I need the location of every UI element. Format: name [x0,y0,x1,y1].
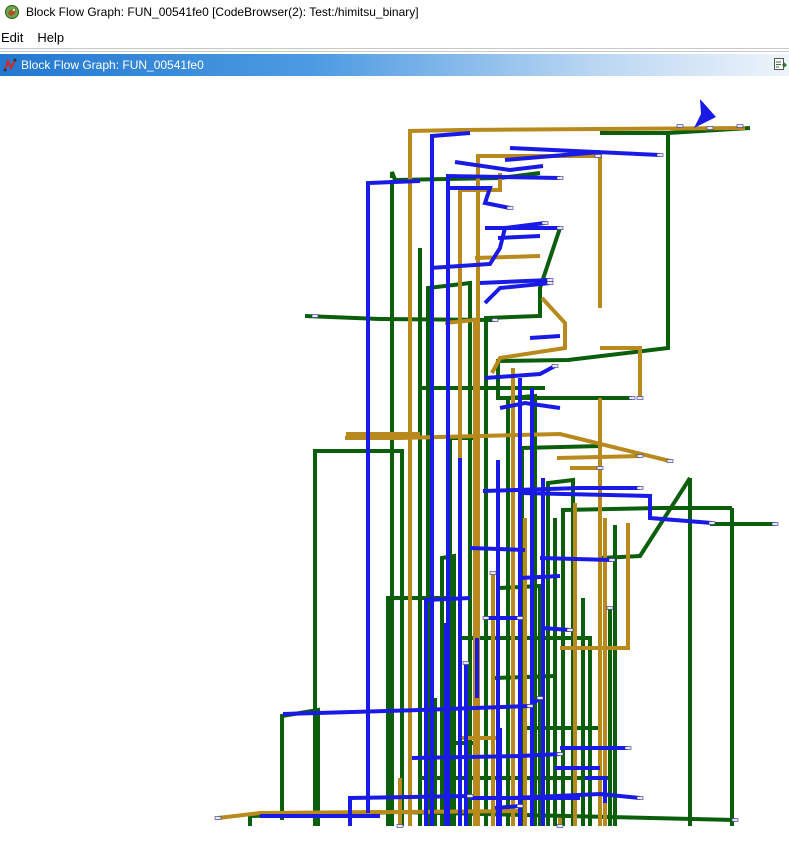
entry-arrow-icon[interactable] [694,99,716,128]
graph-vertex [666,459,674,463]
export-graph-icon[interactable] [773,57,787,71]
flow-edge [529,334,561,340]
graph-vertex [594,154,602,158]
graph-vertex [731,818,739,822]
menu-edit[interactable]: Edit [0,30,29,45]
graph-vertex [566,628,574,632]
graph-canvas[interactable] [0,78,789,852]
graph-vertex [628,396,636,400]
graph-vertex [506,206,514,210]
menu-divider [0,48,789,49]
block-flow-graph[interactable] [0,78,789,852]
conditional-edges [217,126,746,826]
graph-vertex [462,661,470,665]
graph-vertex [708,521,716,525]
menu-bar: Edit Help [0,26,789,48]
panel-title: Block Flow Graph: FUN_00541fe0 [21,58,204,72]
graph-vertex [771,522,779,526]
graph-vertex [556,824,564,828]
flow-edge [280,707,320,826]
graph-vertex [546,278,554,282]
graph-vertex [516,804,524,808]
graph-vertex [516,616,524,620]
flow-edge [482,486,640,493]
graph-vertex [546,281,554,285]
graph-vertex [636,454,644,458]
ghidra-dragon-icon [5,5,19,19]
graph-vertex [482,616,490,620]
flow-edge [469,546,526,552]
window-title: Block Flow Graph: FUN_00541fe0 [CodeBrow… [26,5,419,19]
flow-edge [496,133,670,400]
flow-edge [497,234,541,240]
menu-help[interactable]: Help [35,30,70,45]
flow-graph-icon [3,58,17,72]
window-titlebar: Block Flow Graph: FUN_00541fe0 [CodeBrow… [0,0,789,24]
graph-vertex [656,153,664,157]
graph-vertex [489,571,497,575]
graph-vertex [466,794,474,798]
graph-vertex [311,314,319,318]
graph-vertex [526,704,534,708]
graph-vertex [491,318,499,322]
graph-vertex [596,466,604,470]
flow-edge [474,254,541,260]
graph-vertex [636,396,644,400]
graph-vertex [606,606,614,610]
graph-vertex [214,816,222,820]
graph-vertex [556,176,564,180]
graph-vertex [706,126,714,130]
graph-vertex [636,486,644,490]
flow-edge [519,574,561,580]
graph-vertex [551,364,559,368]
flow-edge [541,626,571,632]
graph-vertex [536,696,544,700]
graph-vertex [636,796,644,800]
graph-vertex [676,124,684,128]
graph-vertex [541,221,549,225]
panel-header: Block Flow Graph: FUN_00541fe0 [0,54,789,76]
graph-vertex [556,226,564,230]
flow-edge [556,454,641,460]
graph-vertex [624,746,632,750]
graph-vertex [396,824,404,828]
flow-edge [454,160,544,173]
flow-edge [546,477,575,826]
graph-vertex [608,558,616,562]
graph-vertex [556,752,564,756]
menu-divider [0,51,789,52]
flow-edge [539,556,613,562]
graph-vertex [736,124,744,128]
